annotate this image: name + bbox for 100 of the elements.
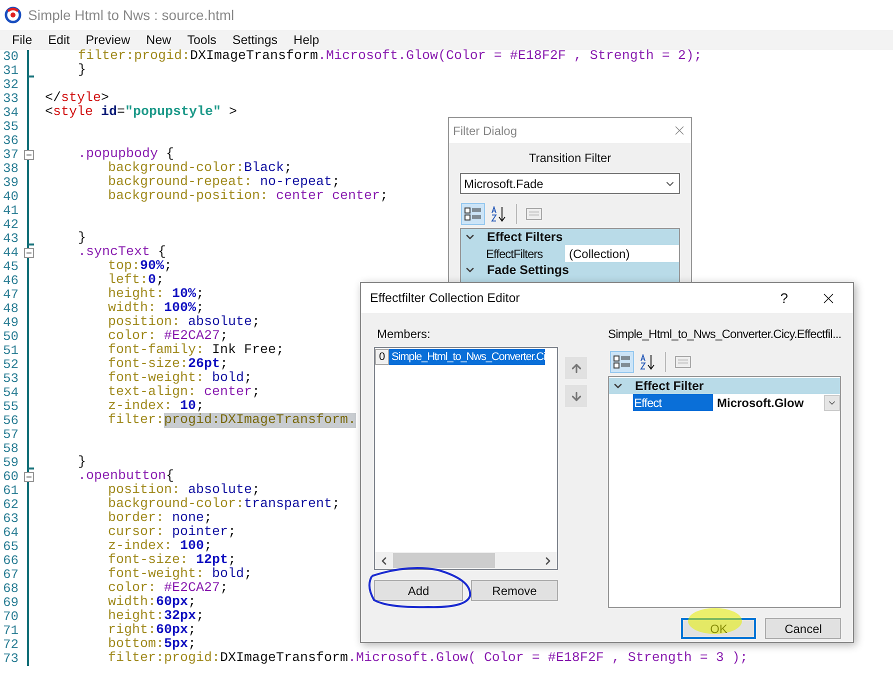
member-item[interactable]: 0 Simple_Html_to_Nws_Converter.Ci (375, 349, 546, 365)
toolbar-button[interactable] (610, 351, 634, 373)
line-number: 44 (2, 246, 20, 260)
line-number: 62 (2, 498, 20, 512)
code-line: .popupbody { (78, 148, 174, 162)
sort-alphabetical-icon (639, 354, 657, 370)
line-number: 33 (2, 92, 20, 106)
line-number: 71 (2, 624, 20, 638)
member-index: 0 (375, 349, 389, 365)
window-title: Simple Html to Nws : source.html (28, 6, 234, 25)
code-line: .openbutton{ (78, 470, 174, 484)
property-pages-icon (525, 206, 543, 222)
code-line: font-weight: bold; (108, 372, 252, 386)
line-number: 63 (2, 512, 20, 526)
line-number: 35 (2, 120, 20, 134)
dropdown-button[interactable] (824, 394, 840, 410)
dialog-title: Effectfilter Collection Editor (370, 290, 521, 307)
code-line: color: #E2CA27; (108, 582, 228, 596)
line-number: 51 (2, 344, 20, 358)
line-number: 60 (2, 470, 20, 484)
app-logo-icon (4, 6, 22, 24)
cancel-button[interactable]: Cancel (765, 618, 842, 639)
toolbar-button[interactable] (461, 203, 485, 225)
line-number: 61 (2, 484, 20, 498)
code-line: font-family: Ink Free; (108, 344, 284, 358)
code-line: font-size: 12pt; (108, 554, 236, 568)
horizontal-scrollbar[interactable] (375, 552, 557, 569)
properties-label: Simple_Html_to_Nws_Converter.Cicy.Effectfil... (608, 326, 842, 343)
code-line: top:90%; (108, 260, 172, 274)
line-number: 49 (2, 316, 20, 330)
code-line: text-align: center; (108, 386, 260, 400)
line-number: 69 (2, 596, 20, 610)
line-number: 38 (2, 162, 20, 176)
line-number: 56 (2, 414, 20, 428)
code-line: position: absolute; (108, 316, 260, 330)
line-number: 53 (2, 372, 20, 386)
menu-item[interactable]: Edit (40, 30, 78, 50)
line-number: 67 (2, 568, 20, 582)
section-heading: Transition Filter (528, 150, 612, 167)
help-button[interactable]: ? (780, 288, 788, 308)
line-number: 42 (2, 218, 20, 232)
line-number: 40 (2, 190, 20, 204)
category-label: Effect Filters (487, 228, 563, 246)
fold-minus-icon[interactable] (24, 472, 34, 482)
add-button[interactable]: Add (374, 580, 463, 601)
members-label: Members: (377, 326, 432, 343)
code-line: } (78, 232, 86, 246)
line-number: 48 (2, 302, 20, 316)
code-line: left:0; (108, 274, 164, 288)
arrow-down-icon (570, 390, 582, 402)
line-number: 41 (2, 204, 20, 218)
code-line: } (78, 456, 86, 470)
code-line: border: none; (108, 512, 212, 526)
line-number: 50 (2, 330, 20, 344)
sort-alphabetical-icon (490, 206, 508, 222)
line-number: 37 (2, 148, 20, 162)
move-down-button[interactable] (565, 385, 587, 407)
code-line: bottom:5px; (108, 638, 196, 652)
code-line: background-color:Black; (108, 162, 292, 176)
category-row[interactable]: Effect Filter (609, 378, 840, 394)
line-number: 73 (2, 652, 20, 666)
line-number: 57 (2, 428, 20, 442)
filter-combo-box[interactable]: Microsoft.Fade (460, 173, 680, 194)
menu-item[interactable]: Preview (78, 30, 138, 50)
menu-item[interactable]: New (138, 30, 180, 50)
line-number: 30 (2, 50, 20, 64)
remove-button[interactable]: Remove (471, 580, 558, 601)
line-number: 52 (2, 358, 20, 372)
menu-item[interactable]: File (4, 30, 40, 50)
menu-item[interactable]: Settings (224, 30, 286, 50)
property-name[interactable]: Effect (633, 394, 713, 411)
code-line: height:32px; (108, 610, 204, 624)
code-line: height: 10%; (108, 288, 204, 302)
highlighter-mark (687, 607, 743, 635)
line-number: 55 (2, 400, 20, 414)
category-label: Effect Filter (635, 378, 704, 395)
line-number: 66 (2, 554, 20, 568)
line-number: 39 (2, 176, 20, 190)
menu-item[interactable]: Tools (179, 30, 224, 50)
code-line: cursor: pointer; (108, 526, 236, 540)
line-number: 43 (2, 232, 20, 246)
scrollbar-thumb[interactable] (393, 553, 495, 568)
code-line: background-color:transparent; (108, 498, 340, 512)
member-label: Simple_Html_to_Nws_Converter.Ci (392, 350, 546, 365)
fold-minus-icon[interactable] (24, 248, 34, 258)
property-value[interactable]: (Collection) (565, 245, 679, 262)
code-line: background-position: center center; (108, 190, 388, 204)
code-line: <style id="popupstyle" > (45, 106, 237, 120)
code-line: z-index: 100; (108, 540, 212, 554)
menu-item[interactable]: Help (286, 30, 328, 50)
arrow-up-icon (570, 362, 582, 374)
code-line: } (78, 64, 86, 78)
code-line: font-size:26pt; (108, 358, 228, 372)
fold-minus-icon[interactable] (24, 150, 34, 160)
line-number: 34 (2, 106, 20, 120)
move-up-button[interactable] (565, 357, 587, 379)
line-number: 45 (2, 260, 20, 274)
line-number: 70 (2, 610, 20, 624)
line-number: 32 (2, 78, 20, 92)
code-line: font-weight: bold; (108, 568, 252, 582)
